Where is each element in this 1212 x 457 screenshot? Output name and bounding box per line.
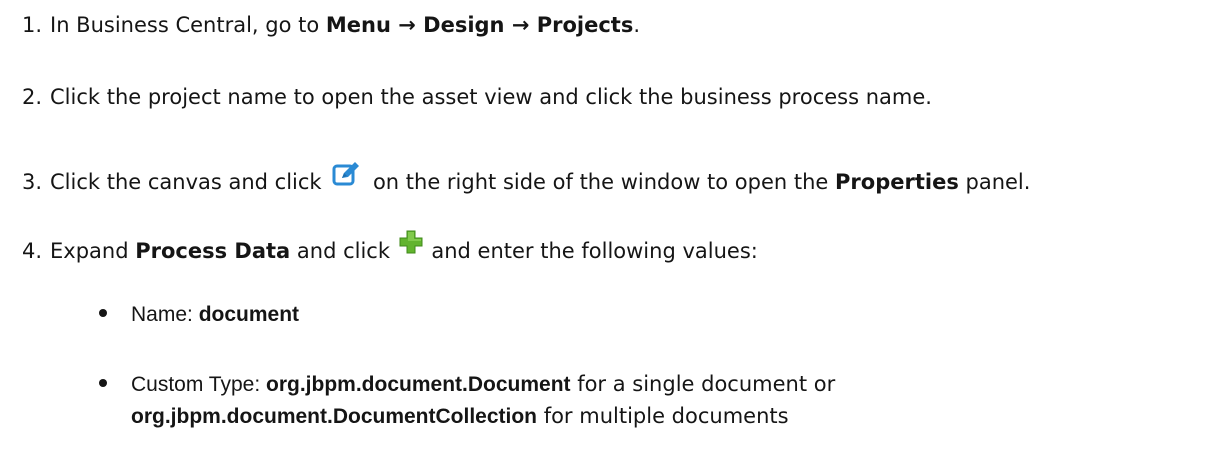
step-4: 4. Expand Process Data and click and ente… bbox=[0, 230, 758, 265]
step-text-end: panel. bbox=[958, 170, 1031, 194]
step-number: 4. bbox=[21, 239, 42, 263]
bullet-sep: : bbox=[254, 373, 267, 396]
step-number: 2. bbox=[21, 85, 42, 109]
add-icon bbox=[399, 230, 423, 261]
bullet-sep: : bbox=[187, 303, 199, 326]
step-number: 3. bbox=[21, 170, 42, 194]
bullet-label: Custom Type bbox=[131, 373, 255, 396]
bullet-value-2: org.jbpm.document.DocumentCollection bbox=[131, 405, 538, 428]
bullet-dot bbox=[99, 309, 107, 317]
step-1: 1. In Business Central, go to Menu → Desi… bbox=[0, 11, 640, 39]
step-3: 3. Click the canvas and click on the righ… bbox=[0, 161, 1030, 196]
bullet-label: Name bbox=[131, 303, 188, 326]
step-number: 1. bbox=[21, 13, 42, 37]
bullet-value: org.jbpm.document.Document bbox=[266, 373, 571, 396]
step-text: Expand bbox=[50, 239, 136, 263]
edit-icon bbox=[332, 161, 360, 194]
bullet-name: Name: document bbox=[99, 300, 299, 329]
bullet-custom-type-continued: org.jbpm.document.DocumentCollection for… bbox=[131, 402, 789, 431]
bullet-text: for a single document or bbox=[570, 372, 836, 396]
step-text-middle: and click bbox=[290, 239, 397, 263]
bullet-value: document bbox=[198, 303, 300, 326]
properties-label: Properties bbox=[835, 170, 959, 194]
bullet-custom-type: Custom Type: org.jbpm.document.Document … bbox=[99, 370, 835, 399]
process-data-label: Process Data bbox=[135, 239, 291, 263]
step-text-end: and enter the following values: bbox=[424, 239, 758, 263]
step-text-middle: on the right side of the window to open … bbox=[366, 170, 836, 194]
step-2: 2. Click the project name to open the ass… bbox=[0, 83, 932, 111]
step-text-end: . bbox=[633, 13, 641, 37]
step-text: Click the project name to open the asset… bbox=[50, 85, 932, 109]
bullet-text-end: for multiple documents bbox=[537, 404, 789, 428]
menu-path: Menu → Design → Projects bbox=[325, 13, 634, 37]
bullet-dot bbox=[99, 379, 107, 387]
step-text: Click the canvas and click bbox=[50, 170, 329, 194]
step-text: In Business Central, go to bbox=[50, 13, 326, 37]
